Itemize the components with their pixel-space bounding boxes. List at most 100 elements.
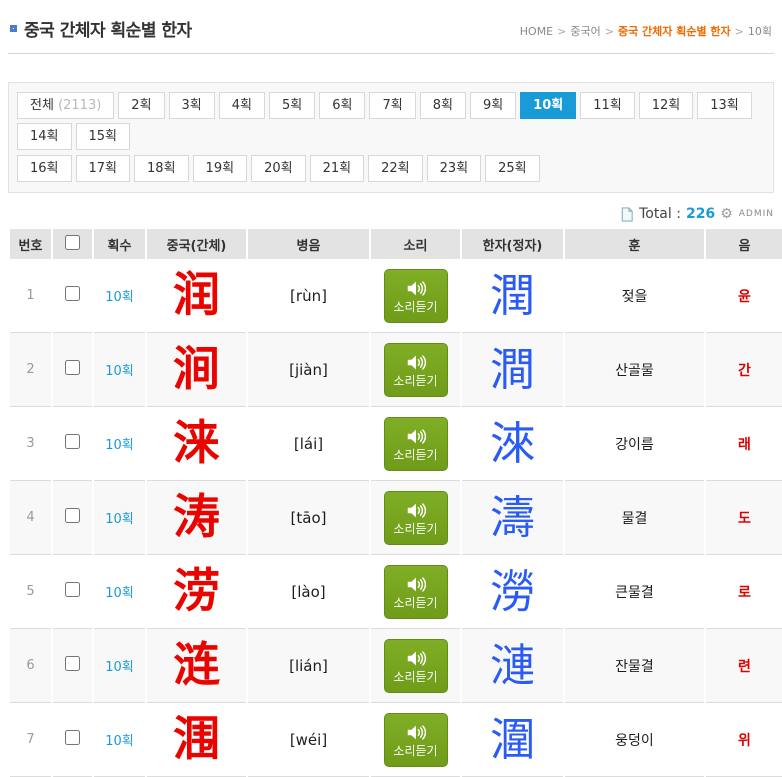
korean-meaning: 젖을: [565, 259, 704, 333]
filter-button-25[interactable]: 25획: [485, 155, 540, 182]
filter-button-14[interactable]: 14획: [17, 123, 72, 150]
korean-meaning: 큰물결: [565, 555, 704, 629]
sound-cell: 소리듣기: [371, 629, 460, 703]
filter-button-8[interactable]: 8획: [420, 92, 466, 119]
stroke-count-link[interactable]: 10획: [105, 438, 134, 453]
admin-link[interactable]: ADMIN: [739, 209, 774, 219]
sound-button-label: 소리듣기: [393, 671, 437, 683]
filter-button-19[interactable]: 19획: [193, 155, 248, 182]
stroke-count-link[interactable]: 10획: [105, 512, 134, 527]
table-header: 번호 획수 중국(간체) 병음 소리 한자(정자) 훈 음: [10, 229, 782, 259]
breadcrumb-level3[interactable]: 10획: [748, 25, 772, 38]
simplified-character: 涛: [147, 481, 246, 555]
row-strokes-cell: 10획: [94, 703, 145, 777]
sound-cell: 소리듣기: [371, 333, 460, 407]
filter-button-20[interactable]: 20획: [251, 155, 306, 182]
header-strokes: 획수: [94, 229, 145, 259]
page-header: 중국 간체자 획순별 한자 HOME>중국어>중국 간체자 획순별 한자>10획: [8, 0, 774, 54]
row-checkbox[interactable]: [65, 434, 80, 449]
page-title: 중국 간체자 획순별 한자: [24, 16, 192, 41]
play-sound-button[interactable]: 소리듣기: [384, 343, 448, 397]
row-checkbox-cell: [53, 555, 92, 629]
sound-button-label: 소리듣기: [393, 375, 437, 387]
table-row: 6 10획 涟 [lián] 소리듣기 漣 잔물결 련: [10, 629, 782, 703]
filter-button-22[interactable]: 22획: [368, 155, 423, 182]
filter-button-18[interactable]: 18획: [134, 155, 189, 182]
filter-button-15[interactable]: 15획: [76, 123, 131, 150]
breadcrumb: HOME>중국어>중국 간체자 획순별 한자>10획: [520, 23, 772, 41]
stroke-count-link[interactable]: 10획: [105, 734, 134, 749]
row-number: 6: [10, 629, 51, 703]
filter-button-4[interactable]: 4획: [219, 92, 265, 119]
filter-button-7[interactable]: 7획: [369, 92, 415, 119]
hanja-table: 번호 획수 중국(간체) 병음 소리 한자(정자) 훈 음 1 10획 润 [r…: [8, 229, 782, 777]
row-checkbox-cell: [53, 407, 92, 481]
filter-row-1: 전체 (2113) 2획 3획 4획 5획 6획 7획 8획 9획 10획 11…: [17, 92, 765, 150]
simplified-character: 涧: [147, 333, 246, 407]
row-strokes-cell: 10획: [94, 481, 145, 555]
select-all-checkbox[interactable]: [65, 235, 80, 250]
filter-button-23[interactable]: 23획: [427, 155, 482, 182]
play-sound-button[interactable]: 소리듣기: [384, 639, 448, 693]
filter-button-17[interactable]: 17획: [76, 155, 131, 182]
korean-meaning: 산골물: [565, 333, 704, 407]
row-checkbox[interactable]: [65, 286, 80, 301]
filter-button-10-selected[interactable]: 10획: [520, 92, 576, 119]
stroke-count-link[interactable]: 10획: [105, 660, 134, 675]
filter-button-all[interactable]: 전체 (2113): [17, 92, 114, 119]
filter-button-12[interactable]: 12획: [639, 92, 694, 119]
header-meaning: 훈: [565, 229, 704, 259]
sound-button-label: 소리듣기: [393, 449, 437, 461]
row-checkbox[interactable]: [65, 360, 80, 375]
stroke-count-link[interactable]: 10획: [105, 364, 134, 379]
breadcrumb-home[interactable]: HOME: [520, 25, 553, 38]
play-sound-button[interactable]: 소리듣기: [384, 269, 448, 323]
filter-button-13[interactable]: 13획: [697, 92, 752, 119]
sound-button-label: 소리듣기: [393, 301, 437, 313]
pinyin: [jiàn]: [248, 333, 369, 407]
speaker-icon: [405, 279, 427, 298]
table-row: 3 10획 涞 [lái] 소리듣기 淶 강이름 래: [10, 407, 782, 481]
filter-button-11[interactable]: 11획: [580, 92, 635, 119]
play-sound-button[interactable]: 소리듣기: [384, 713, 448, 767]
pinyin: [lián]: [248, 629, 369, 703]
breadcrumb-level1[interactable]: 중국어: [570, 25, 600, 38]
stroke-count-link[interactable]: 10획: [105, 586, 134, 601]
sound-cell: 소리듣기: [371, 481, 460, 555]
filter-button-9[interactable]: 9획: [470, 92, 516, 119]
stroke-count-link[interactable]: 10획: [105, 290, 134, 305]
sound-cell: 소리듣기: [371, 703, 460, 777]
row-strokes-cell: 10획: [94, 333, 145, 407]
row-checkbox[interactable]: [65, 582, 80, 597]
play-sound-button[interactable]: 소리듣기: [384, 491, 448, 545]
header-sound: 소리: [371, 229, 460, 259]
row-strokes-cell: 10획: [94, 629, 145, 703]
gear-icon[interactable]: ⚙: [720, 207, 733, 221]
filter-button-5[interactable]: 5획: [269, 92, 315, 119]
filter-button-16[interactable]: 16획: [17, 155, 72, 182]
sound-cell: 소리듣기: [371, 555, 460, 629]
speaker-icon: [405, 353, 427, 372]
sound-button-label: 소리듣기: [393, 523, 437, 535]
filter-button-2[interactable]: 2획: [118, 92, 164, 119]
filter-row-2: 16획 17획 18획 19획 20획 21획 22획 23획 25획: [17, 155, 765, 182]
play-sound-button[interactable]: 소리듣기: [384, 565, 448, 619]
row-checkbox-cell: [53, 629, 92, 703]
korean-meaning: 강이름: [565, 407, 704, 481]
row-checkbox[interactable]: [65, 656, 80, 671]
filter-button-21[interactable]: 21획: [310, 155, 365, 182]
speaker-icon: [405, 723, 427, 742]
korean-reading: 윤: [706, 259, 782, 333]
sound-cell: 소리듣기: [371, 259, 460, 333]
traditional-character: 澇: [462, 555, 563, 629]
breadcrumb-current[interactable]: 중국 간체자 획순별 한자: [618, 25, 731, 38]
traditional-character: 潿: [462, 703, 563, 777]
row-checkbox[interactable]: [65, 508, 80, 523]
filter-button-3[interactable]: 3획: [169, 92, 215, 119]
filter-button-6[interactable]: 6획: [319, 92, 365, 119]
header-no: 번호: [10, 229, 51, 259]
simplified-character: 涝: [147, 555, 246, 629]
pinyin: [wéi]: [248, 703, 369, 777]
pinyin: [lái]: [248, 407, 369, 481]
play-sound-button[interactable]: 소리듣기: [384, 417, 448, 471]
